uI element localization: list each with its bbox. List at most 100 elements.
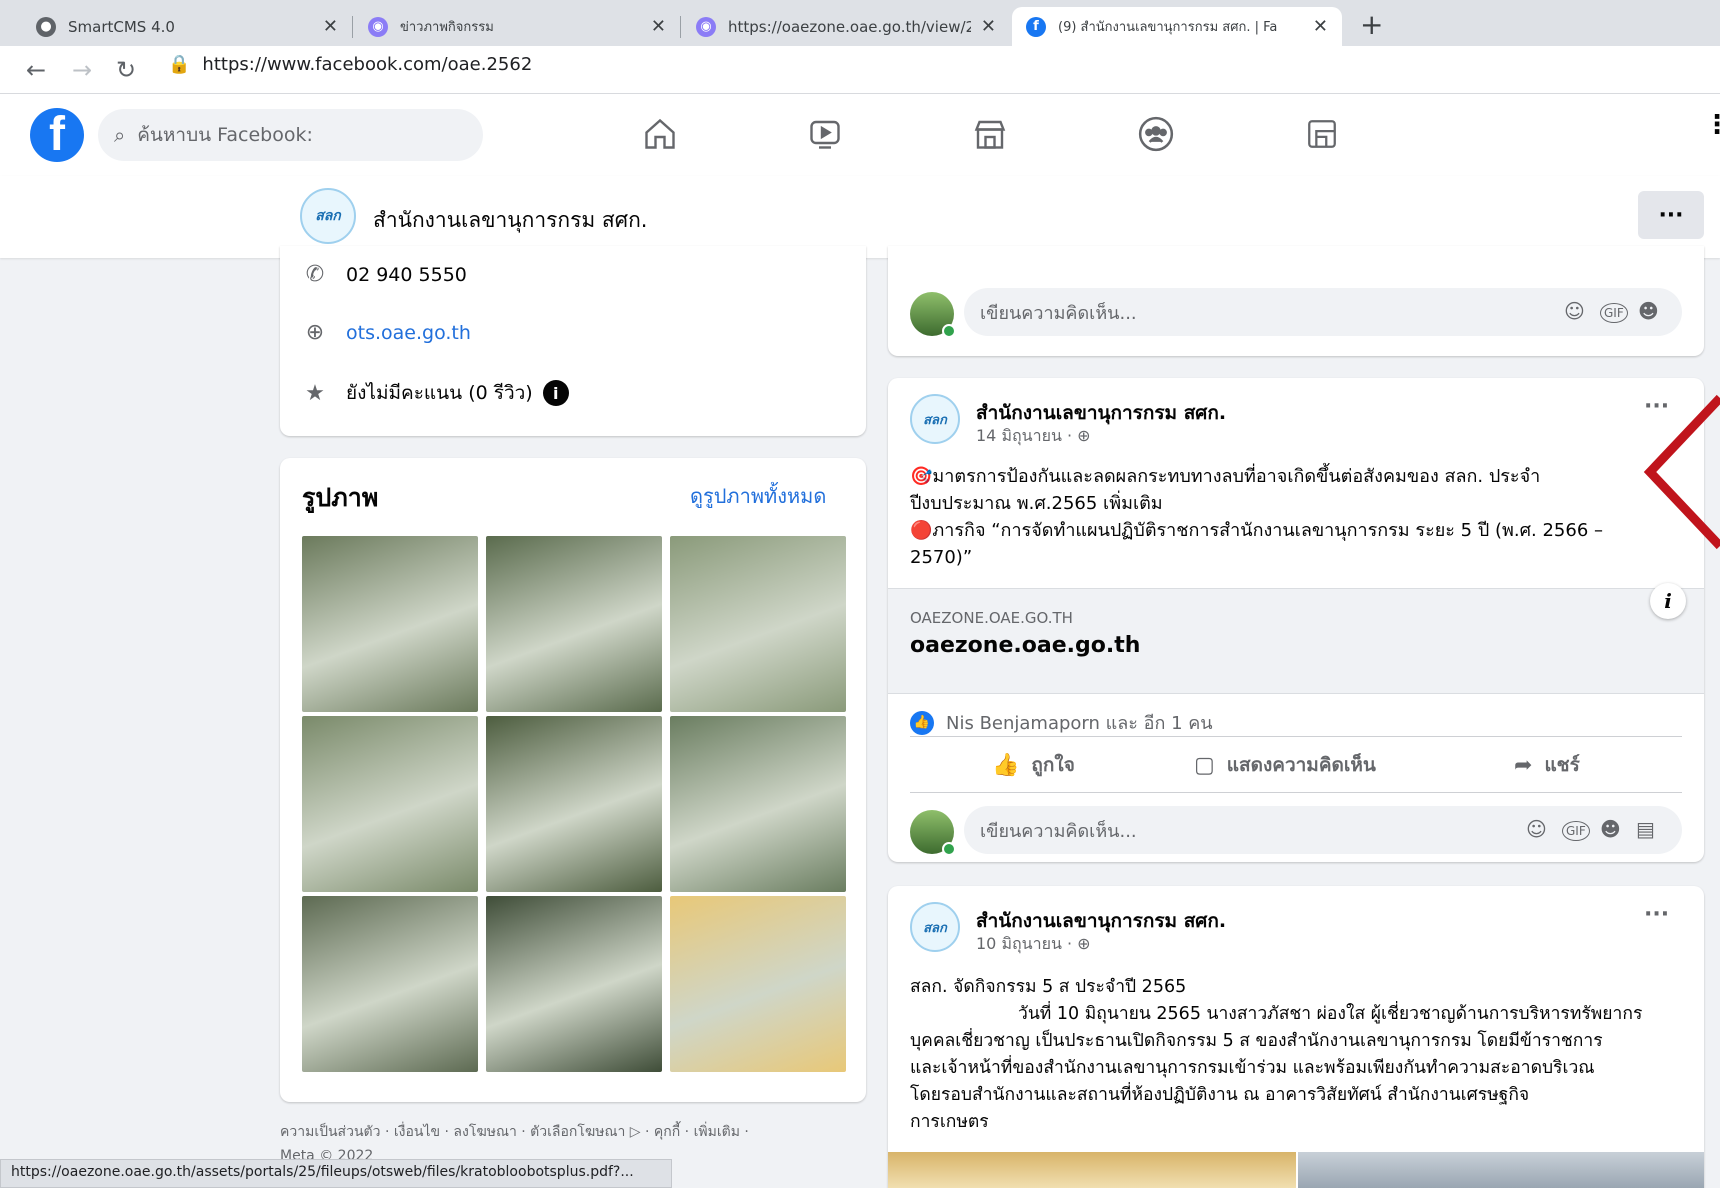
gif-icon[interactable]: GIF [1562, 821, 1590, 841]
url-field[interactable]: 🔒 https://www.facebook.com/oae.2562 [168, 54, 532, 75]
tab-news[interactable]: ◉ ข่าวภาพกิจกรรม ✕ [354, 7, 680, 46]
watch-video-icon[interactable] [805, 114, 845, 154]
page-title[interactable]: สำนักงานเลขานุการกรม สศก. [373, 204, 647, 237]
activity-photo[interactable] [670, 536, 846, 712]
post-date[interactable]: 14 มิถุนายน · ⊕ [976, 424, 1091, 449]
activity-photo[interactable] [302, 536, 478, 712]
post-text-line: ปีงบประมาณ พ.ศ.2565 เพิ่มเติม [910, 493, 1163, 514]
post-options-icon[interactable]: ··· [1644, 902, 1669, 927]
post-card: สลก สำนักงานเลขานุการกรม สศก. 14 มิถุนาย… [888, 378, 1704, 862]
search-placeholder: ค้นหาบน Facebook: [137, 124, 313, 146]
search-input[interactable]: ⌕ ค้นหาบน Facebook: [98, 109, 483, 161]
globe-icon: ⊕ [305, 320, 325, 345]
photos-card: รูปภาพ ดูรูปภาพทั้งหมด [280, 458, 866, 1102]
browser-tab-strip: ● SmartCMS 4.0 ✕ ◉ ข่าวภาพกิจกรรม ✕ ◉ ht… [0, 0, 1720, 46]
search-icon: ⌕ [114, 123, 126, 147]
phone-icon: ✆ [305, 262, 325, 287]
like-button[interactable]: 👍 ถูกใจ [992, 750, 1075, 780]
tab-title: (9) สำนักงานเลขานุการกรม สศก. | Fa [1058, 20, 1278, 35]
tab-smartcms[interactable]: ● SmartCMS 4.0 ✕ [22, 7, 352, 46]
certificate-photo[interactable] [670, 896, 846, 1072]
tab-title: SmartCMS 4.0 [68, 17, 175, 36]
activity-photo[interactable] [486, 716, 662, 892]
tab-facebook[interactable]: f (9) สำนักงานเลขานุการกรม สศก. | Fa ✕ [1012, 7, 1342, 46]
facebook-logo-icon[interactable]: f [30, 108, 84, 162]
gaming-icon[interactable] [1302, 114, 1342, 154]
post-photo[interactable] [888, 1152, 1296, 1188]
logo-text: สลก [315, 207, 341, 223]
close-icon[interactable]: ✕ [323, 16, 338, 37]
reactions-text: Nis Benjamaporn และ อีก 1 คน [946, 713, 1213, 734]
post-text-line: 🎯มาตรการป้องกันและลดผลกระทบทางลบที่อาจเก… [910, 466, 1541, 487]
lock-icon: 🔒 [168, 54, 191, 75]
avatar[interactable] [910, 810, 956, 856]
page-logo-icon[interactable]: สลก [910, 902, 960, 952]
photos-title: รูปภาพ [302, 483, 379, 512]
facebook-icon: f [1026, 16, 1046, 37]
comment-input[interactable]: เขียนความคิดเห็น... ☺ GIF ☻ ▤ [964, 806, 1682, 854]
comment-placeholder: เขียนความคิดเห็น... [980, 302, 1137, 324]
tab-oaezone[interactable]: ◉ https://oaezone.oae.go.th/view/2 ✕ [682, 7, 1010, 46]
activity-photo[interactable] [302, 896, 478, 1072]
page-logo-icon[interactable]: สลก [300, 188, 356, 244]
gif-icon[interactable]: GIF [1600, 303, 1628, 323]
comment-input[interactable]: เขียนความคิดเห็น... ☺ GIF ☻ [964, 288, 1682, 336]
comment-button[interactable]: ▢ แสดงความคิดเห็น [1194, 750, 1376, 780]
activity-photo[interactable] [486, 536, 662, 712]
address-bar: ← → ↻ 🔒 https://www.facebook.com/oae.2562 [0, 46, 1720, 94]
link-preview[interactable]: OAEZONE.OAE.GO.TH oaezone.oae.go.th i [888, 583, 1704, 694]
link-title: oaezone.oae.go.th [910, 633, 1141, 658]
emoji-icon[interactable]: ☺ [1564, 299, 1585, 323]
globe-icon: ● [36, 16, 56, 37]
post-text-line: และเจ้าหน้าที่ของสำนักงานเลขานุการกรมเข้… [910, 1058, 1595, 1078]
close-icon[interactable]: ✕ [1313, 16, 1328, 37]
avatar-sticker-icon[interactable]: ▤ [1636, 817, 1655, 841]
activity-photo[interactable] [302, 716, 478, 892]
star-icon: ★ [305, 380, 325, 406]
site-favicon-icon: ◉ [696, 16, 716, 37]
menu-icon[interactable]: ⋮ [1704, 112, 1720, 150]
post-photo[interactable] [1298, 1152, 1704, 1188]
facebook-header: f ⌕ ค้นหาบน Facebook: ⋮ [0, 94, 1720, 176]
reactions-summary[interactable]: 👍 Nis Benjamaporn และ อีก 1 คน [910, 708, 1213, 737]
post-card: สลก สำนักงานเลขานุการกรม สศก. 10 มิถุนาย… [888, 886, 1704, 1188]
intro-card: ✆ 02 940 5550 ⊕ ots.oae.go.th ★ ยังไม่มี… [280, 246, 866, 436]
post-body: สลก. จัดกิจกรรม 5 ส ประจำปี 2565 วันที่ … [910, 974, 1700, 1136]
annotation-arrow-icon [1643, 394, 1720, 550]
back-icon[interactable]: ← [26, 56, 46, 84]
sticker-icon[interactable]: ☻ [1638, 299, 1659, 323]
new-tab-icon[interactable]: + [1360, 8, 1383, 41]
activity-photo[interactable] [670, 716, 846, 892]
home-icon[interactable] [640, 114, 680, 154]
see-all-photos-link[interactable]: ดูรูปภาพทั้งหมด [690, 480, 826, 512]
activity-photo[interactable] [486, 896, 662, 1072]
info-icon[interactable]: i [1650, 583, 1686, 619]
close-icon[interactable]: ✕ [651, 16, 666, 37]
page-logo-icon[interactable]: สลก [910, 394, 960, 444]
share-button[interactable]: ➦ แชร์ [1514, 750, 1580, 780]
post-date[interactable]: 10 มิถุนายน · ⊕ [976, 932, 1091, 957]
close-icon[interactable]: ✕ [981, 16, 996, 37]
forward-icon[interactable]: → [72, 56, 92, 84]
site-favicon-icon: ◉ [368, 16, 388, 37]
reload-icon[interactable]: ↻ [116, 56, 136, 84]
comment-icon: ▢ [1194, 752, 1215, 778]
info-icon[interactable]: i [542, 380, 569, 406]
marketplace-icon[interactable] [970, 114, 1010, 154]
like-label: ถูกใจ [1031, 754, 1075, 776]
more-options-button[interactable]: ··· [1638, 191, 1704, 239]
groups-icon[interactable] [1136, 114, 1176, 154]
post-date-text: 10 มิถุนายน · [976, 934, 1078, 953]
emoji-icon[interactable]: ☺ [1526, 817, 1547, 841]
post-text-line: โดยรอบสำนักงานและสถานที่ห้องปฏิบัติงาน ณ… [910, 1085, 1530, 1105]
thumbs-up-icon: 👍 [992, 752, 1020, 778]
link-domain: OAEZONE.OAE.GO.TH [910, 609, 1073, 627]
post-text-line: การเกษตร [910, 1112, 989, 1132]
avatar[interactable] [910, 292, 956, 338]
comment-placeholder: เขียนความคิดเห็น... [980, 820, 1137, 842]
footer-links[interactable]: ความเป็นส่วนตัว · เงื่อนไข · ลงโฆษณา · ต… [280, 1120, 866, 1144]
comment-label: แสดงความคิดเห็น [1226, 754, 1376, 776]
rating-text: ยังไม่มีคะแนน (0 รีวิว) [346, 382, 533, 404]
website-link[interactable]: ots.oae.go.th [346, 322, 471, 344]
sticker-icon[interactable]: ☻ [1600, 817, 1621, 841]
